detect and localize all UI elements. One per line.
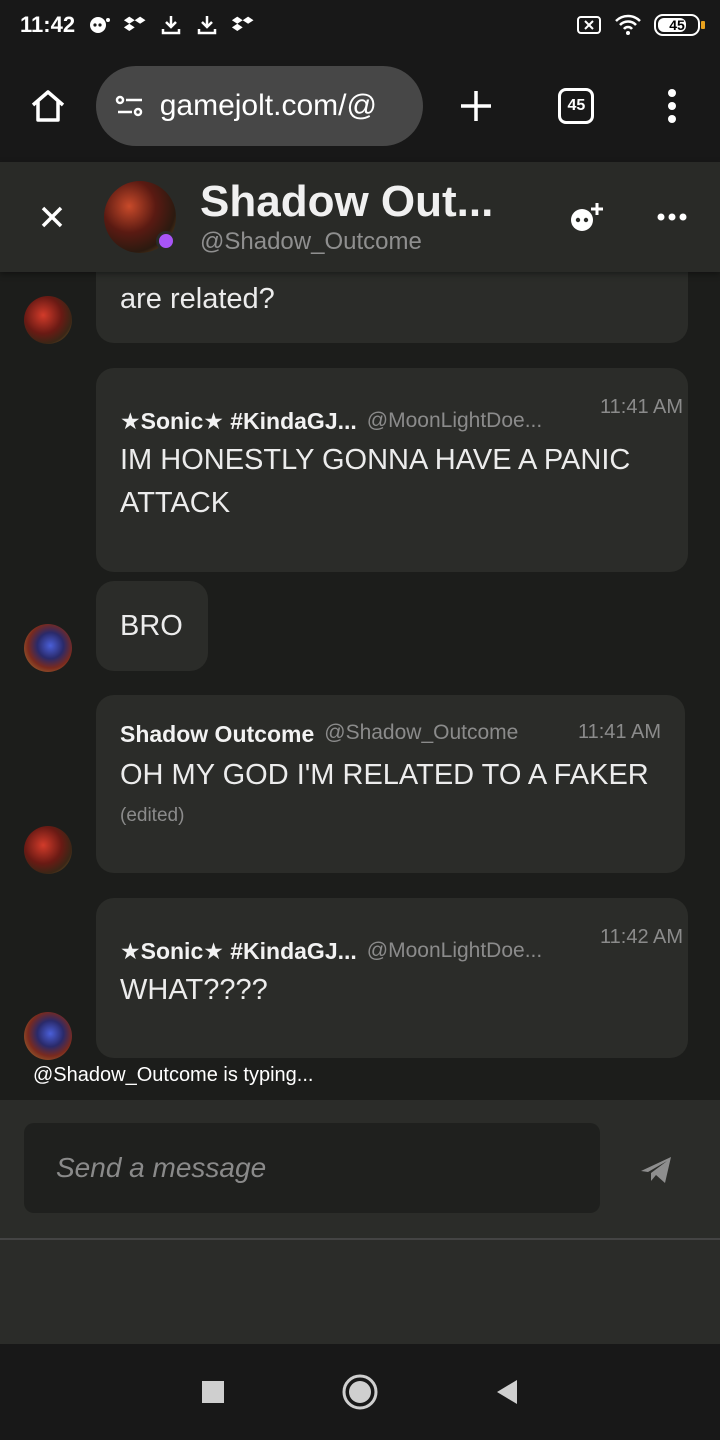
message-handle: @Shadow_Outcome [324,721,519,744]
chat-info: Shadow Out... @Shadow_Outcome [200,177,550,257]
dropbox-icon-2 [231,16,254,31]
url-text: gamejolt.com/@ [159,89,377,122]
chat-title: Shadow Out... [200,177,494,226]
back-button[interactable] [477,1362,537,1422]
more-vertical-icon [668,89,677,123]
address-bar[interactable]: gamejolt.com/@ [95,66,423,146]
message-text: WHAT???? [120,974,268,1006]
chat-notification-icon [90,17,111,33]
system-navigation-bar [0,1344,720,1440]
edited-label: (edited) [120,805,185,826]
message-time: 11:42 AM [600,926,684,948]
chat-avatar[interactable] [104,181,176,253]
message-input-placeholder: Send a message [56,1152,267,1183]
message-time: 11:41 AM [577,721,661,743]
chat-options-button[interactable] [624,213,720,221]
add-member-icon [571,203,603,231]
add-friend-button[interactable] [550,200,624,234]
home-nav-button[interactable] [330,1362,390,1422]
message-author[interactable]: ★Sonic★ #KindaGJ... [120,408,357,435]
status-time: 11:42 [20,12,76,37]
more-horizontal-icon [657,213,687,221]
status-bar: 11:42 45 [0,0,720,50]
message-bubble: BRO [96,581,208,671]
browser-toolbar: gamejolt.com/@ 45 [0,50,720,162]
download-icon [161,16,181,35]
square-icon [202,1381,225,1403]
wifi-icon [615,14,641,35]
avatar[interactable] [24,624,72,672]
site-settings-icon [115,95,142,117]
message-list[interactable]: are related? ★Sonic★ #KindaGJ... @MoonLi… [0,272,720,1100]
bottom-area [0,1240,720,1344]
home-icon [31,90,65,122]
message-author[interactable]: ★Sonic★ #KindaGJ... [120,938,357,965]
plus-icon [460,91,491,121]
battery-level: 45 [669,17,685,33]
message-bubble: ★Sonic★ #KindaGJ... @MoonLightDoe... 11:… [96,368,688,572]
recent-apps-button[interactable] [183,1362,243,1422]
sim-disabled-icon [577,16,601,34]
chat-handle: @Shadow_Outcome [200,228,422,255]
tab-count: 45 [558,88,595,124]
home-button[interactable] [0,86,96,126]
download-icon-2 [197,16,217,35]
back-triangle-icon [496,1380,517,1404]
dropbox-icon [123,16,146,31]
avatar[interactable] [24,1012,72,1060]
message-header: ★Sonic★ #KindaGJ... @MoonLightDoe... 11:… [120,392,683,435]
battery-icon: 45 [654,14,705,36]
send-button[interactable] [624,1138,688,1202]
chat-header: Shadow Out... @Shadow_Outcome [0,162,720,272]
status-right: 45 [576,13,705,37]
send-icon [641,1157,671,1183]
avatar[interactable] [24,296,72,344]
message-handle: @MoonLightDoe... [366,939,543,962]
message-bubble: are related? [96,272,688,343]
notification-icons [87,13,255,37]
message-text: BRO [120,610,183,642]
message-header: Shadow Outcome @Shadow_Outcome 11:41 AM [120,721,661,748]
message-bubble: Shadow Outcome @Shadow_Outcome 11:41 AM … [96,695,685,873]
message-bubble: ★Sonic★ #KindaGJ... @MoonLightDoe... 11:… [96,898,688,1058]
online-status-indicator [156,231,176,251]
browser-menu-button[interactable] [624,88,720,124]
typing-indicator: @Shadow_Outcome is typing... [33,1064,314,1086]
avatar[interactable] [24,826,72,874]
message-text: OH MY GOD I'M RELATED TO A FAKER [120,759,649,791]
message-composer: Send a message [0,1100,720,1240]
message-text: are related? [120,283,275,315]
close-chat-button[interactable] [0,205,104,229]
circle-icon [342,1374,378,1410]
message-author[interactable]: Shadow Outcome [120,721,314,748]
message-handle: @MoonLightDoe... [366,409,543,432]
new-tab-button[interactable] [423,88,529,124]
message-time: 11:41 AM [600,396,684,418]
close-icon [41,206,63,228]
message-text: IM HONESTLY GONNA HAVE A PANIC ATTACK [120,444,631,519]
tabs-button[interactable]: 45 [529,88,625,124]
message-input[interactable]: Send a message [24,1123,600,1213]
message-header: ★Sonic★ #KindaGJ... @MoonLightDoe... 11:… [120,922,683,965]
